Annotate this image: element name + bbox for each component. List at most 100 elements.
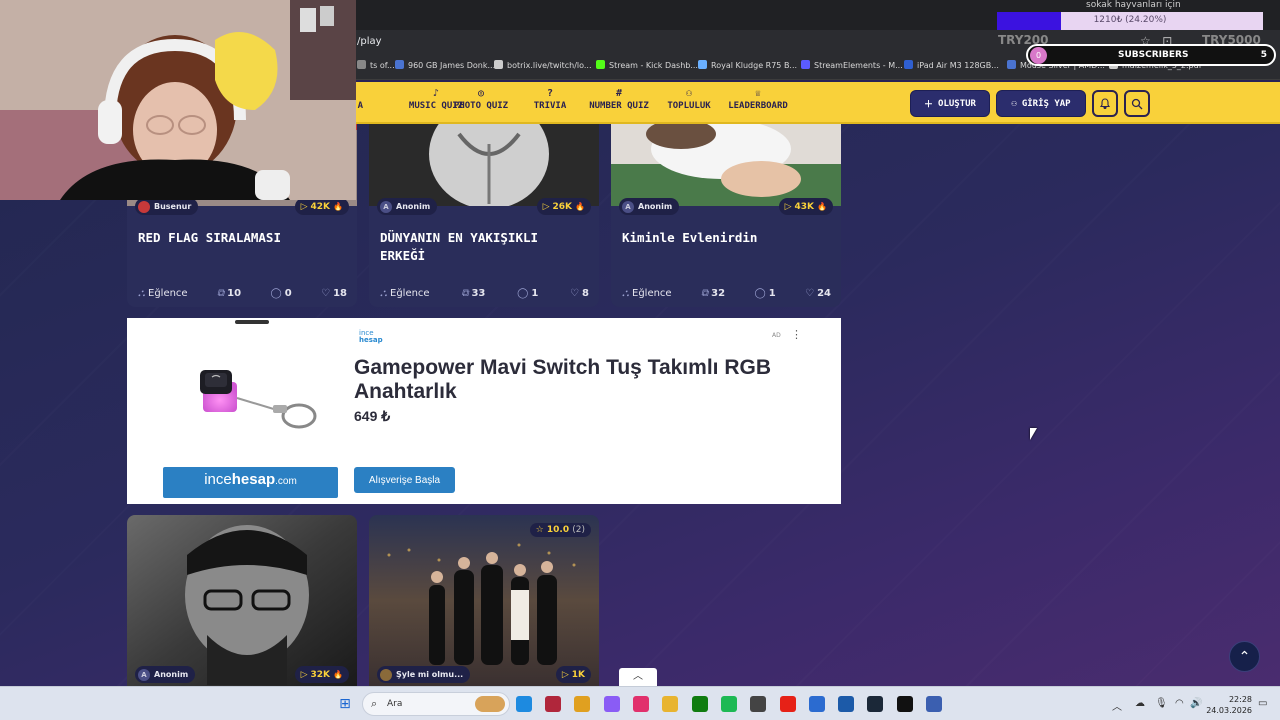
ad-brand-banner[interactable]: incehesap.com xyxy=(163,467,338,498)
like-count[interactable]: ♡ 8 xyxy=(570,288,589,299)
card-meta: A Anonim ▷ 32K 🔥 xyxy=(135,666,349,683)
mail-icon[interactable] xyxy=(809,696,825,712)
advertisement[interactable]: ince hesap AD ⋮ Gamepower Mavi Switch Tu… xyxy=(127,318,841,504)
spotify-icon[interactable] xyxy=(721,696,737,712)
plays-badge: ▷ 43K 🔥 xyxy=(778,198,833,215)
card-meta: A Anonim ▷ 26K 🔥 xyxy=(377,198,591,215)
card-meta: A Anonim ▷ 43K 🔥 xyxy=(619,198,833,215)
bookmark-item[interactable]: iPad Air M3 128GB... xyxy=(904,60,999,70)
subs-badge: 0 xyxy=(1030,47,1047,64)
play-icon: ▷ xyxy=(300,201,308,212)
quiz-card[interactable]: ☆ 10.0 (2) Şyle mi olmu... ▷ 1K xyxy=(369,515,599,686)
comment-count[interactable]: ◯ 0 xyxy=(271,288,292,299)
card-footer: ⛬ Eğlence ⧉ 33 ◯ 1 ♡ 8 xyxy=(380,288,589,299)
author-pill[interactable]: A Anonim xyxy=(619,198,680,215)
search-highlight-icon xyxy=(475,696,505,712)
create-button[interactable]: ＋ OLUŞTUR xyxy=(910,90,990,117)
folder-icon[interactable] xyxy=(662,696,678,712)
bookmark-item[interactable]: StreamElements - M... xyxy=(801,60,903,70)
bookmark-favicon-icon xyxy=(494,60,503,69)
instagram-icon[interactable] xyxy=(633,696,649,712)
search-button[interactable] xyxy=(1124,90,1150,117)
quiz-card[interactable]: A Anonim ▷ 43K 🔥 Kiminle Evlenirdin ⛬ Eğlence ⧉ 3… xyxy=(611,124,841,307)
quiz-card[interactable]: A Anonim ▷ 32K 🔥 xyxy=(127,515,357,686)
notes-icon[interactable] xyxy=(838,696,854,712)
xbox-icon[interactable] xyxy=(692,696,708,712)
cloud-icon[interactable]: ☁ xyxy=(1135,698,1145,709)
ad-tag: AD xyxy=(772,332,781,339)
author-pill[interactable]: Busenur xyxy=(135,198,199,215)
category[interactable]: ⛬ Eğlence xyxy=(622,288,672,299)
search-icon xyxy=(1131,98,1143,109)
login-button[interactable]: ⚇ GİRİŞ YAP xyxy=(996,90,1086,117)
more-options-icon[interactable]: ⋮ xyxy=(791,328,802,341)
search-icon: ⌕ xyxy=(371,697,378,710)
settings-icon[interactable] xyxy=(926,696,942,712)
tag-icon: ⛬ xyxy=(622,288,629,299)
clock[interactable]: 22:28 24.03.2026 xyxy=(1206,694,1252,716)
card-meta: Şyle mi olmu... ▷ 1K xyxy=(377,666,591,683)
goal-title: sokak hayvanları için xyxy=(1086,0,1181,10)
youtube-icon[interactable] xyxy=(780,696,796,712)
url-text[interactable]: /play xyxy=(357,36,382,47)
bookmark-item[interactable]: Royal Kludge R75 B... xyxy=(698,60,797,70)
subscribers-widget: 0 SUBSCRIBERS 5 xyxy=(1026,44,1276,66)
question-count: ⧉ 32 xyxy=(701,288,726,299)
category[interactable]: ⛬ Eğlence xyxy=(380,288,430,299)
messenger-icon[interactable] xyxy=(604,696,620,712)
notification-icon[interactable]: ▭ xyxy=(1258,698,1267,709)
windows-start-icon[interactable]: ⊞ xyxy=(337,696,353,712)
bookmark-favicon-icon xyxy=(596,60,605,69)
card-title[interactable]: Kiminle Evlenirdin xyxy=(622,229,831,247)
plays-badge: ▷ 32K 🔥 xyxy=(294,666,349,683)
ad-cta-button[interactable]: Alışverişe Başla xyxy=(354,467,455,493)
like-count[interactable]: ♡ 18 xyxy=(321,288,347,299)
scroll-to-top-button[interactable]: ⌃ xyxy=(1229,641,1260,672)
volume-icon[interactable]: 🔊 xyxy=(1190,698,1202,709)
nav-item[interactable]: ♕ LEADERBOARD xyxy=(713,88,803,111)
edge-icon[interactable] xyxy=(516,696,532,712)
author-pill[interactable]: A Anonim xyxy=(377,198,438,215)
bookmark-item[interactable]: ts of... xyxy=(357,60,395,70)
card-footer: ⛬ Eğlence ⧉ 10 ◯ 0 ♡ 18 xyxy=(138,288,347,299)
comment-count[interactable]: ◯ 1 xyxy=(755,288,776,299)
play-icon: ▷ xyxy=(542,201,550,212)
tiktok-icon[interactable] xyxy=(897,696,913,712)
author-pill[interactable]: Şyle mi olmu... xyxy=(377,666,471,683)
ad-headline[interactable]: Gamepower Mavi Switch Tuş Takımlı RGB An… xyxy=(354,356,794,404)
heart-icon: ♡ xyxy=(570,288,579,299)
layers-icon: ⧉ xyxy=(701,288,709,299)
ad-brand-small-logo: ince hesap xyxy=(359,329,383,344)
author-pill[interactable]: A Anonim xyxy=(135,666,196,683)
plays-badge: ▷ 1K xyxy=(555,666,591,683)
play-icon: ▷ xyxy=(561,669,569,680)
product-image xyxy=(200,370,317,429)
card-meta: Busenur ▷ 42K 🔥 xyxy=(135,198,349,215)
steam-icon[interactable] xyxy=(867,696,883,712)
quiz-card[interactable]: A Anonim ▷ 26K 🔥 DÜNYANIN EN YAKIŞIKLI ERKEĞİ… xyxy=(369,124,599,307)
obs-icon[interactable] xyxy=(750,696,766,712)
collapse-ad-button[interactable]: ︿ xyxy=(619,668,657,686)
like-count[interactable]: ♡ 24 xyxy=(805,288,831,299)
bookmark-item[interactable]: botrix.live/twitch/lo... xyxy=(494,60,592,70)
bookmark-item[interactable]: 960 GB James Donk... xyxy=(395,60,495,70)
taskbar-search[interactable]: ⌕ Ara xyxy=(362,692,510,716)
card-title[interactable]: DÜNYANIN EN YAKIŞIKLI ERKEĞİ xyxy=(380,229,589,265)
app-icon[interactable] xyxy=(545,696,561,712)
comment-icon: ◯ xyxy=(754,288,766,299)
layers-icon: ⧉ xyxy=(461,288,469,299)
bookmark-item[interactable]: Stream - Kick Dashb... xyxy=(596,60,698,70)
card-image xyxy=(127,515,357,686)
microphone-icon[interactable]: 🎙 xyxy=(1155,698,1168,709)
wifi-icon[interactable]: ◠ xyxy=(1175,698,1184,709)
card-title[interactable]: RED FLAG SIRALAMASI xyxy=(138,229,347,247)
category[interactable]: ⛬ Eğlence xyxy=(138,288,188,299)
user-icon: ⚇ xyxy=(1011,98,1017,109)
donation-goal-bar: 1210₺ (24.20%) xyxy=(997,12,1263,30)
notifications-button[interactable] xyxy=(1092,90,1118,117)
avatar: A xyxy=(138,668,150,681)
tray-chevron-icon[interactable]: ︿ xyxy=(1112,698,1122,713)
comment-count[interactable]: ◯ 1 xyxy=(517,288,538,299)
chrome-icon[interactable] xyxy=(574,696,590,712)
plus-icon: ＋ xyxy=(924,100,934,110)
